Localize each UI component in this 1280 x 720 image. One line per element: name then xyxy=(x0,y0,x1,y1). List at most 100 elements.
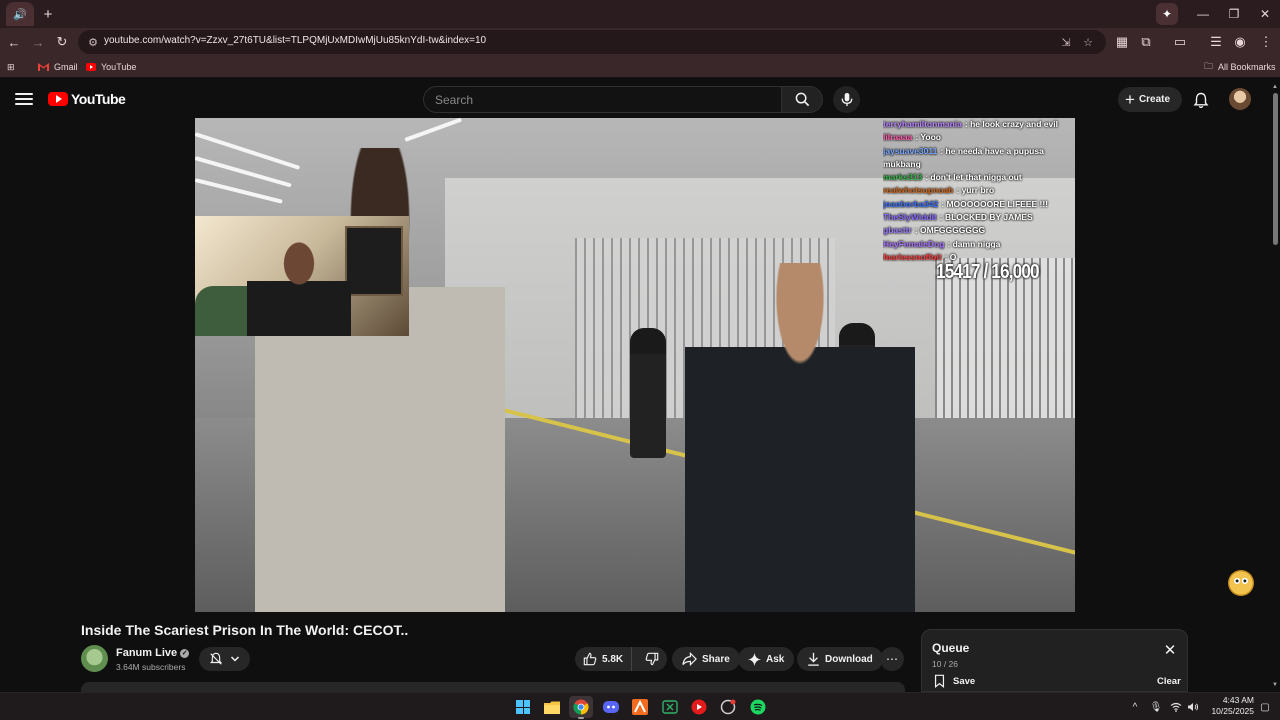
taskbar-chrome[interactable] xyxy=(569,696,593,719)
browser-menu-icon[interactable]: ⋮ xyxy=(1256,32,1276,52)
youtube-masthead: YouTube + Create xyxy=(0,81,1280,118)
scrollbar-thumb[interactable] xyxy=(1273,93,1278,245)
chat-message: lilraaaa: Yooo xyxy=(883,131,1075,144)
more-actions-icon[interactable]: ⋯ xyxy=(880,647,904,671)
taskbar-youtube-music[interactable] xyxy=(687,696,711,718)
search-icon xyxy=(795,92,809,107)
extension-icon[interactable]: ▦ xyxy=(1112,32,1132,52)
download-button[interactable]: Download xyxy=(797,647,883,671)
maximize-button[interactable]: ❐ xyxy=(1219,4,1249,24)
volume-icon[interactable] xyxy=(1186,700,1200,714)
browser-tab[interactable]: 🔊 xyxy=(6,2,34,26)
taskbar-file-explorer[interactable] xyxy=(540,696,564,718)
create-label: Create xyxy=(1138,94,1171,105)
address-bar[interactable]: ⚙ youtube.com/watch?v=Zzxv_27t6TU&list=T… xyxy=(78,30,1106,54)
search-input[interactable] xyxy=(424,87,781,112)
scroll-up-arrow-icon[interactable]: ▲ xyxy=(1271,83,1279,91)
emoji-reaction-icon[interactable] xyxy=(1228,570,1254,596)
chat-text: : Yooo xyxy=(915,132,941,143)
download-icon xyxy=(808,652,819,666)
wifi-icon[interactable] xyxy=(1169,700,1183,714)
folder-icon: 🗀 xyxy=(1204,61,1214,71)
bookmark-youtube[interactable]: YouTube xyxy=(86,60,136,74)
reading-list-icon[interactable]: ☰ xyxy=(1206,32,1226,52)
chrome-icon xyxy=(573,699,589,715)
microphone-tray-icon[interactable]: 🎙 xyxy=(1149,700,1163,714)
chat-username: terryhamiltonmania xyxy=(883,119,962,129)
close-icon[interactable]: ✕ xyxy=(1162,642,1178,659)
search-button[interactable] xyxy=(781,86,823,113)
chat-username: TheSlyWiddit xyxy=(883,212,937,223)
chat-message: gbasttr: OMFGGGGGGG xyxy=(883,224,1075,237)
share-icon xyxy=(682,652,697,666)
page-scrollbar[interactable]: ▲ ▼ xyxy=(1270,81,1280,692)
profile-icon[interactable]: ◉ xyxy=(1230,32,1250,52)
extensions-puzzle-icon[interactable]: ⧉ xyxy=(1136,32,1156,52)
thumbs-up-icon xyxy=(583,652,597,666)
bookmark-label: Gmail xyxy=(54,62,78,72)
description-box[interactable] xyxy=(81,682,905,692)
url-text[interactable]: youtube.com/watch?v=Zzxv_27t6TU&list=TLP… xyxy=(104,35,486,46)
tray-chevron-up-icon[interactable]: ^ xyxy=(1128,700,1142,714)
taskbar-spotify[interactable] xyxy=(746,696,770,718)
taskbar-discord[interactable] xyxy=(599,696,623,718)
queue-count: 10 / 26 xyxy=(932,659,958,669)
minimize-button[interactable]: — xyxy=(1188,4,1218,24)
bookmark-gmail[interactable]: Gmail xyxy=(38,60,78,74)
taskbar-app-orange[interactable] xyxy=(628,696,652,718)
folder-icon xyxy=(544,701,560,714)
like-dislike-group: 5.8K xyxy=(575,647,667,671)
verified-badge-icon: ✓ xyxy=(180,648,190,658)
queue-save-button[interactable]: Save xyxy=(934,674,975,688)
apps-grid-icon[interactable]: ⊞ xyxy=(7,60,15,74)
clock-time: 4:43 AM xyxy=(1222,695,1254,705)
channel-name-text[interactable]: Fanum Live xyxy=(116,647,177,659)
video-player[interactable]: terryhamiltonmania: he look crazy and ev… xyxy=(195,118,1075,612)
new-tab-button[interactable]: + xyxy=(38,4,58,24)
clock-date: 10/25/2025 xyxy=(1211,706,1254,716)
reload-button[interactable]: ↻ xyxy=(52,32,72,52)
queue-clear-button[interactable]: Clear xyxy=(1157,676,1181,687)
chat-username: jaysuave3011 xyxy=(883,145,938,156)
chat-text: : damn nigga xyxy=(947,238,1001,249)
voice-search-button[interactable] xyxy=(833,86,860,113)
like-button[interactable]: 5.8K xyxy=(575,647,632,671)
windows-logo-icon xyxy=(516,700,530,714)
ask-button[interactable]: Ask xyxy=(738,647,795,671)
start-button[interactable] xyxy=(511,696,535,718)
notification-center-icon[interactable]: ▢ xyxy=(1258,700,1272,714)
youtube-logo-text: YouTube xyxy=(71,91,126,107)
create-button[interactable]: + Create xyxy=(1118,87,1182,112)
account-avatar[interactable] xyxy=(1229,88,1251,110)
chat-username: marks313 xyxy=(883,172,923,183)
subscribed-notifications-button[interactable] xyxy=(199,647,250,671)
chat-text: : MOOOOOORE LIFEEE !!! xyxy=(941,198,1049,209)
gemini-icon[interactable]: ✦ xyxy=(1156,3,1178,25)
system-clock[interactable]: 4:43 AM 10/25/2025 xyxy=(1206,695,1254,717)
install-app-icon[interactable]: ⇲ xyxy=(1058,34,1074,50)
scroll-down-arrow-icon[interactable]: ▼ xyxy=(1271,681,1279,689)
search-box[interactable] xyxy=(423,86,781,113)
taskbar-xbox[interactable] xyxy=(658,696,682,718)
notifications-bell-icon[interactable] xyxy=(1190,89,1212,111)
forward-button[interactable]: → xyxy=(28,32,48,52)
side-panel-icon[interactable]: ▭ xyxy=(1170,32,1190,52)
menu-icon[interactable] xyxy=(14,90,34,108)
close-window-button[interactable]: ✕ xyxy=(1250,4,1280,24)
play-circle-icon xyxy=(691,699,707,715)
taskbar-app-circle[interactable] xyxy=(716,696,740,718)
queue-title: Queue xyxy=(932,641,970,655)
bookmark-star-icon[interactable]: ☆ xyxy=(1080,34,1096,50)
channel-name[interactable]: Fanum Live ✓ xyxy=(116,647,190,659)
back-button[interactable]: ← xyxy=(4,32,24,52)
site-info-icon[interactable]: ⚙ xyxy=(86,35,100,49)
chevron-down-icon xyxy=(231,656,240,662)
chat-message: jaysuave3011: he needa have a pupusa muk… xyxy=(883,145,1075,172)
bookmark-icon xyxy=(934,674,945,688)
all-bookmarks[interactable]: 🗀 All Bookmarks xyxy=(1204,60,1276,74)
dislike-button[interactable] xyxy=(637,652,667,666)
all-bookmarks-label: All Bookmarks xyxy=(1218,62,1276,72)
channel-avatar[interactable] xyxy=(81,645,108,672)
youtube-logo[interactable]: YouTube xyxy=(48,91,126,107)
share-button[interactable]: Share xyxy=(672,647,740,671)
